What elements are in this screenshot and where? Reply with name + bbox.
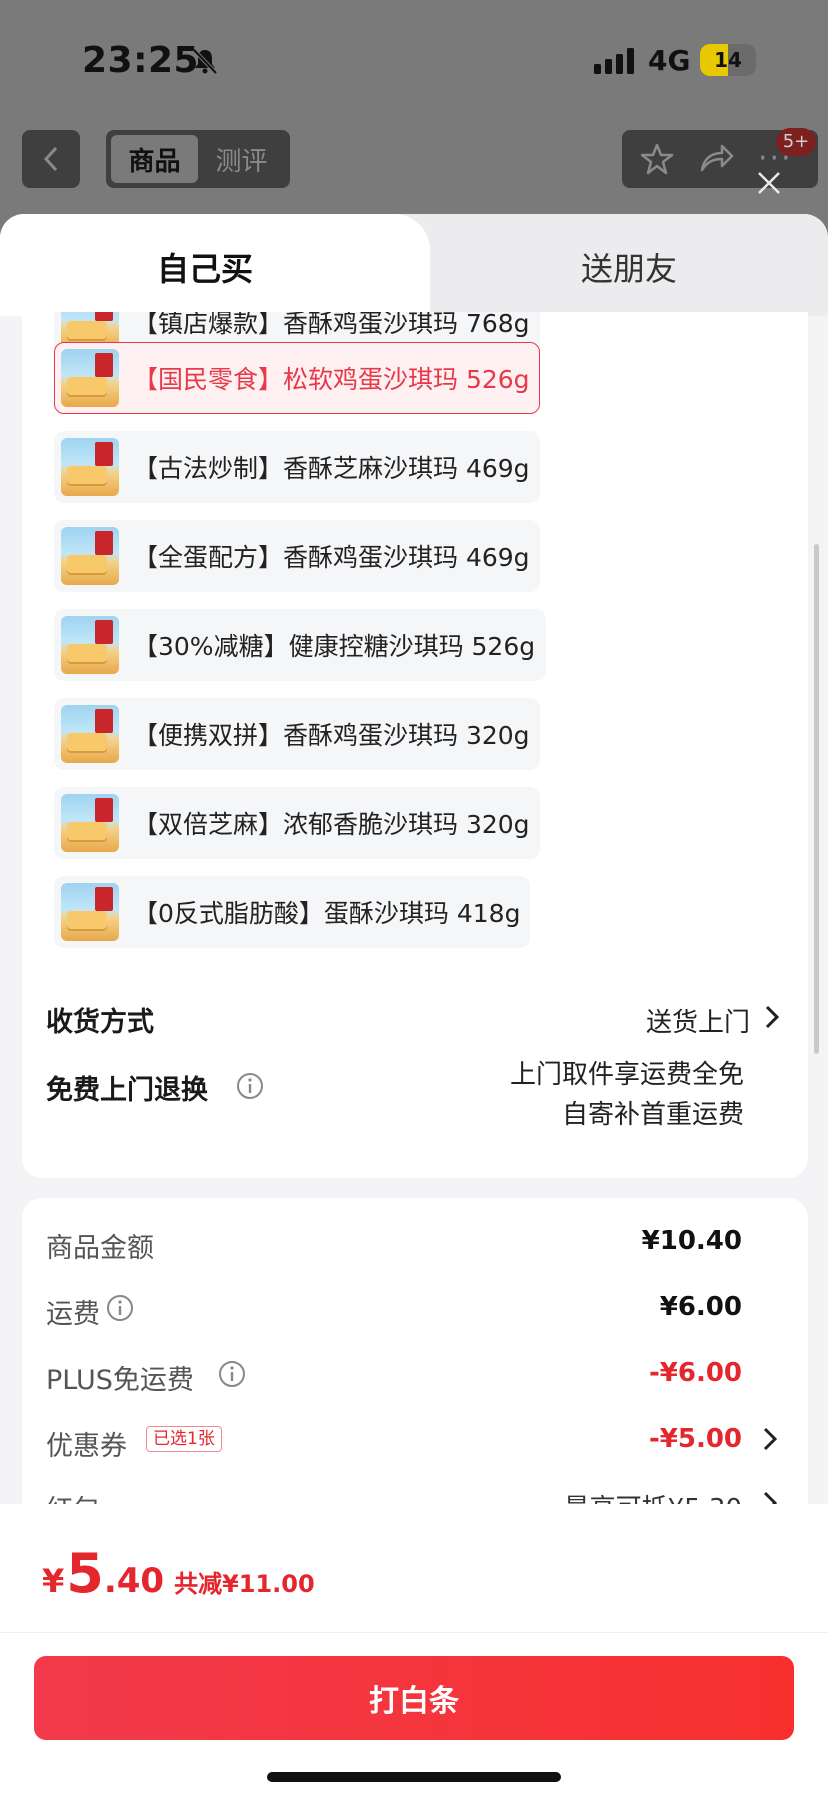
total-price: ¥ 5 .40 共减¥11.00 — [42, 1542, 315, 1605]
plus-free-shipping-label: PLUS免运费 — [46, 1365, 194, 1396]
home-indicator — [267, 1772, 561, 1782]
product-thumbnail — [61, 349, 119, 407]
variant-label: 【0反式脂肪酸】蛋酥沙琪玛 418g — [133, 899, 521, 928]
variant-label: 【便携双拼】香酥鸡蛋沙琪玛 320g — [133, 721, 530, 750]
status-time: 23:25 — [82, 40, 200, 81]
product-thumbnail — [61, 705, 119, 763]
goods-amount-value: ¥10.40 — [641, 1226, 742, 1256]
variant-option[interactable]: 【国民零食】松软鸡蛋沙琪玛 526g — [54, 342, 540, 414]
variant-card: 【镇店爆款】香酥鸡蛋沙琪玛 768g 【国民零食】松软鸡蛋沙琪玛 526g 【古法炒… — [22, 312, 808, 1178]
scrollbar[interactable] — [814, 544, 819, 1054]
delivery-label: 收货方式 — [46, 1007, 154, 1038]
goods-amount-label: 商品金额 — [46, 1233, 154, 1264]
coupon-label: 优惠券 — [46, 1431, 127, 1462]
close-icon[interactable] — [754, 168, 784, 198]
shipping-label: 运费 — [46, 1299, 100, 1330]
delivery-value[interactable]: 送货上门 — [646, 1002, 750, 1039]
price-breakdown-card: 商品金额 ¥10.40 运费 ¥6.00 PLUS免运费 -¥6.00 优惠券 … — [22, 1198, 808, 1528]
free-return-label: 免费上门退换 — [46, 1075, 208, 1106]
product-thumbnail — [61, 883, 119, 941]
pay-with-baitiao-button[interactable]: 打白条 — [34, 1656, 794, 1740]
checkout-bar: ¥ 5 .40 共减¥11.00 打白条 — [0, 1504, 828, 1796]
coupon-selected-badge: 已选1张 — [146, 1426, 222, 1452]
variant-label: 【古法炒制】香酥芝麻沙琪玛 469g — [133, 454, 530, 483]
star-icon[interactable] — [640, 142, 674, 176]
variant-label: 【镇店爆款】香酥鸡蛋沙琪玛 768g — [133, 312, 530, 338]
variant-option[interactable]: 【30%减糖】健康控糖沙琪玛 526g — [54, 609, 546, 681]
total-decimal: .40 — [103, 1561, 165, 1601]
status-bar: 23:25 4G 14 — [0, 0, 828, 110]
purchase-sheet: 自己买 送朋友 【镇店爆款】香酥鸡蛋沙琪玛 768g 【国民零食】松软鸡蛋沙琪玛 … — [0, 214, 828, 1796]
shipping-value: ¥6.00 — [659, 1292, 742, 1322]
product-thumbnail — [61, 527, 119, 585]
variant-option[interactable]: 【0反式脂肪酸】蛋酥沙琪玛 418g — [54, 876, 530, 948]
currency-symbol: ¥ — [42, 1562, 65, 1600]
chevron-right-icon[interactable] — [762, 1426, 778, 1452]
chevron-left-icon — [43, 146, 58, 172]
variant-option[interactable]: 【古法炒制】香酥芝麻沙琪玛 469g — [54, 431, 540, 503]
back-button[interactable] — [22, 130, 80, 188]
tab-review[interactable]: 测评 — [198, 135, 285, 183]
return-pickup-note: 上门取件享运费全免 — [509, 1060, 744, 1090]
purchase-tabs: 自己买 送朋友 — [0, 214, 828, 316]
product-thumbnail — [61, 438, 119, 496]
variant-label: 【国民零食】松软鸡蛋沙琪玛 526g — [133, 365, 530, 394]
return-self-ship-note: 自寄补首重运费 — [561, 1100, 744, 1130]
plus-free-shipping-value: -¥6.00 — [648, 1358, 742, 1388]
variant-option[interactable]: 【双倍芝麻】浓郁香脆沙琪玛 320g — [54, 787, 540, 859]
product-thumbnail — [61, 794, 119, 852]
info-icon[interactable] — [106, 1294, 134, 1322]
divider — [0, 1632, 828, 1633]
variant-option[interactable]: 【全蛋配方】香酥鸡蛋沙琪玛 469g — [54, 520, 540, 592]
chevron-right-icon[interactable] — [764, 1004, 780, 1030]
info-icon[interactable] — [236, 1072, 264, 1100]
variant-option[interactable]: 【便携双拼】香酥鸡蛋沙琪玛 320g — [54, 698, 540, 770]
tab-send-to-friend[interactable]: 送朋友 — [430, 244, 828, 290]
variant-label: 【30%减糖】健康控糖沙琪玛 526g — [133, 632, 536, 661]
product-thumbnail — [61, 616, 119, 674]
variant-label: 【全蛋配方】香酥鸡蛋沙琪玛 469g — [133, 543, 530, 572]
product-review-switch: 商品 测评 — [106, 130, 290, 188]
bell-muted-icon — [192, 48, 218, 75]
variant-label: 【双倍芝麻】浓郁香脆沙琪玛 320g — [133, 810, 530, 839]
tab-buy-for-self[interactable]: 自己买 — [0, 244, 410, 290]
info-icon[interactable] — [218, 1360, 246, 1388]
notification-badge: 5+ — [776, 128, 816, 156]
total-saved: 共减¥11.00 — [174, 1570, 315, 1598]
share-icon[interactable] — [698, 142, 734, 176]
coupon-value[interactable]: -¥5.00 — [649, 1424, 742, 1454]
signal-icon — [594, 48, 634, 74]
battery-level: 14 — [714, 48, 742, 72]
battery-icon: 14 — [700, 44, 756, 76]
network-label: 4G — [648, 44, 691, 77]
total-integer: 5 — [66, 1542, 104, 1605]
tab-product[interactable]: 商品 — [111, 135, 198, 183]
